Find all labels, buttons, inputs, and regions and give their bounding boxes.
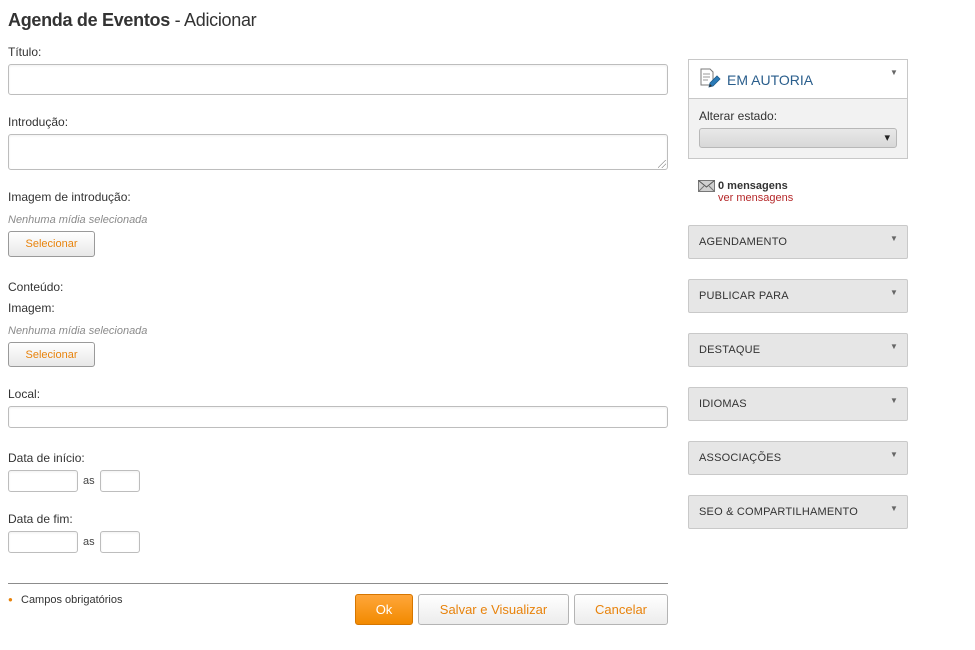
- fim-as-label: as: [83, 536, 95, 548]
- titulo-input[interactable]: [8, 64, 668, 95]
- panel-label: SEO & COMPARTILHAMENTO: [699, 506, 859, 518]
- imagem-intro-select-button[interactable]: Selecionar: [8, 231, 95, 257]
- imagem-select-button[interactable]: Selecionar: [8, 342, 95, 367]
- introducao-textarea[interactable]: [8, 134, 668, 170]
- panel-publicar-para[interactable]: PUBLICAR PARA ▼: [688, 279, 908, 313]
- conteudo-label: Conteúdo:: [8, 280, 64, 294]
- inicio-as-label: as: [83, 475, 95, 487]
- panel-label: PUBLICAR PARA: [699, 290, 789, 302]
- status-header[interactable]: EM AUTORIA ▼: [689, 60, 907, 99]
- select-arrow-icon: ▾: [884, 132, 890, 144]
- view-messages-link[interactable]: ver mensagens: [718, 192, 793, 204]
- imagem-label: Imagem:: [8, 301, 55, 315]
- panel-destaque[interactable]: DESTAQUE ▼: [688, 333, 908, 367]
- caret-down-icon: ▼: [890, 288, 898, 297]
- panel-label: DESTAQUE: [699, 344, 761, 356]
- envelope-icon: [698, 180, 715, 192]
- panel-seo-compartilhamento[interactable]: SEO & COMPARTILHAMENTO ▼: [688, 495, 908, 529]
- titulo-label: Título:: [8, 45, 42, 59]
- required-fields-note: Campos obrigatórios: [21, 594, 123, 606]
- ok-button[interactable]: Ok: [355, 594, 413, 625]
- footer-divider: [8, 583, 668, 584]
- imagem-intro-hint: Nenhuma mídia selecionada: [8, 214, 148, 226]
- fim-time-input[interactable]: [100, 531, 140, 553]
- fim-date-input[interactable]: [8, 531, 78, 553]
- caret-down-icon: ▼: [890, 342, 898, 351]
- local-label: Local:: [8, 387, 41, 401]
- inicio-label: Data de início:: [8, 451, 85, 465]
- page-title-action: - Adicionar: [169, 10, 257, 30]
- panel-label: ASSOCIAÇÕES: [699, 452, 782, 464]
- document-edit-icon: [700, 68, 721, 88]
- state-select[interactable]: ▾: [699, 128, 897, 148]
- imagem-intro-label: Imagem de introdução:: [8, 190, 131, 204]
- panel-label: IDIOMAS: [699, 398, 747, 410]
- inicio-date-input[interactable]: [8, 470, 78, 492]
- panel-agendamento[interactable]: AGENDAMENTO ▼: [688, 225, 908, 259]
- status-box: EM AUTORIA ▼ Alterar estado: ▾: [688, 59, 908, 159]
- page-title-strong: Agenda de Eventos: [8, 10, 170, 30]
- imagem-hint: Nenhuma mídia selecionada: [8, 325, 148, 337]
- panel-idiomas[interactable]: IDIOMAS ▼: [688, 387, 908, 421]
- introducao-label: Introdução:: [8, 115, 69, 129]
- page-title: Agenda de Eventos - Adicionar: [8, 10, 257, 31]
- panel-associacoes[interactable]: ASSOCIAÇÕES ▼: [688, 441, 908, 475]
- save-and-view-button[interactable]: Salvar e Visualizar: [418, 594, 569, 625]
- change-state-label: Alterar estado:: [699, 109, 778, 123]
- caret-down-icon: ▼: [890, 450, 898, 459]
- local-input[interactable]: [8, 406, 668, 428]
- inicio-time-input[interactable]: [100, 470, 140, 492]
- messages-count: 0 mensagens: [718, 180, 788, 192]
- caret-down-icon: ▼: [890, 396, 898, 405]
- cancel-button[interactable]: Cancelar: [574, 594, 668, 625]
- panel-label: AGENDAMENTO: [699, 236, 788, 248]
- caret-down-icon[interactable]: ▼: [890, 68, 898, 77]
- status-body: Alterar estado: ▾: [689, 99, 907, 158]
- caret-down-icon: ▼: [890, 234, 898, 243]
- status-title: EM AUTORIA: [727, 72, 814, 88]
- required-marker-icon: ●: [8, 595, 13, 604]
- caret-down-icon: ▼: [890, 504, 898, 513]
- resize-grip-icon[interactable]: [658, 160, 666, 168]
- fim-label: Data de fim:: [8, 512, 73, 526]
